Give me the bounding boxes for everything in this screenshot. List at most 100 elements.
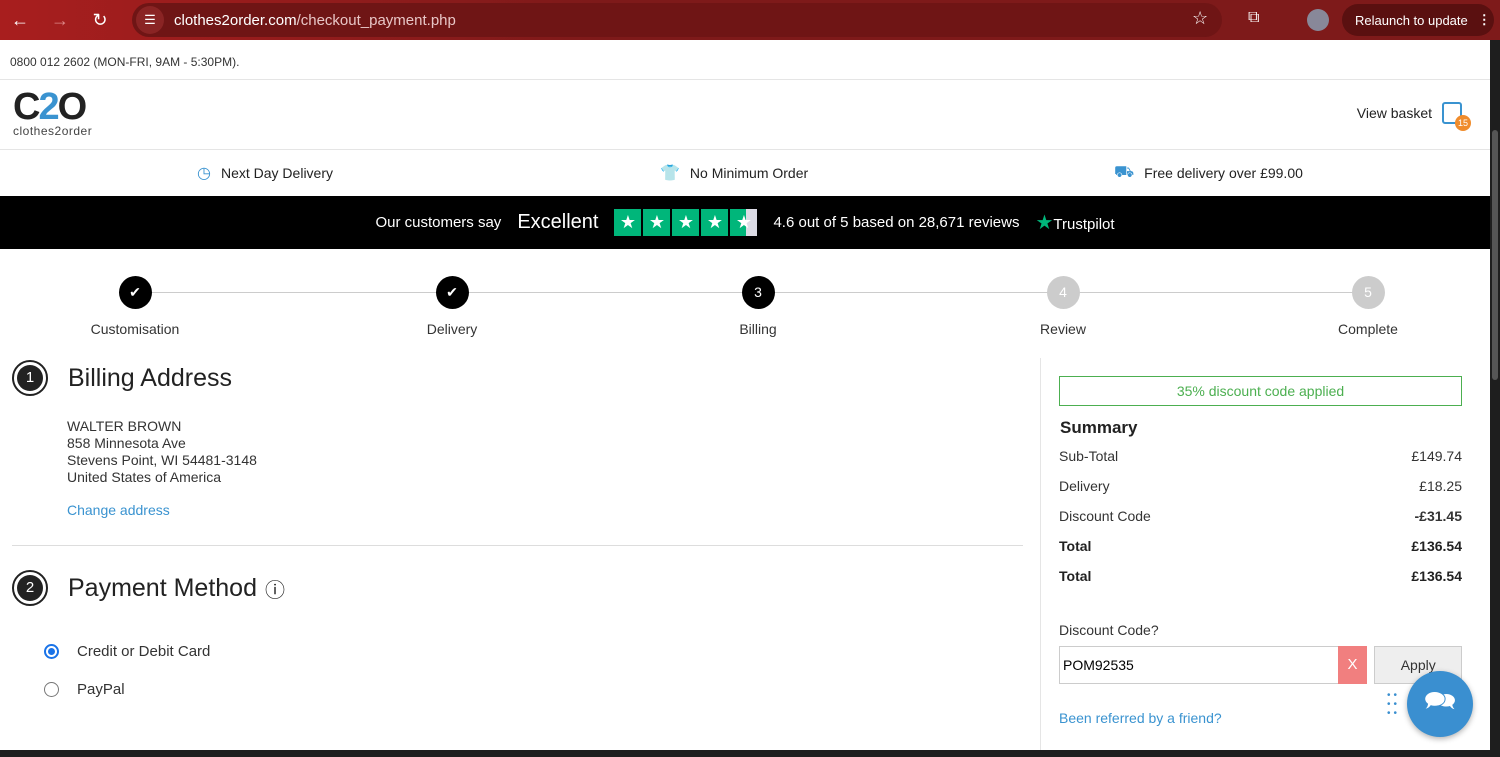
billing-heading: 1 Billing Address [12, 360, 1023, 396]
divider [12, 545, 1023, 546]
radio-unselected[interactable] [44, 681, 59, 697]
radio-selected[interactable] [44, 643, 59, 659]
address-bar[interactable]: ☰ clothes2order.com/checkout_payment.php [132, 3, 1222, 37]
star-icon: ★ [672, 209, 700, 236]
check-icon: ✔ [435, 276, 469, 309]
row-value: £149.74 [1411, 448, 1462, 464]
option-label: PayPal [77, 680, 125, 698]
drag-handle-icon[interactable]: •• •• •• [1387, 691, 1400, 719]
referred-friend-link[interactable]: Been referred by a friend? [1059, 710, 1222, 726]
star-icon: ★ [643, 209, 671, 236]
menu-icon[interactable]: ⋮ [1478, 12, 1491, 28]
tp-say: Our customers say [375, 214, 502, 231]
basket-icon: 15 [1442, 102, 1471, 131]
step-number: 4 [1046, 276, 1080, 309]
view-basket-link[interactable]: View basket 15 [1356, 102, 1471, 131]
bookmark-star-icon[interactable]: ☆ [1192, 8, 1208, 29]
relaunch-button[interactable]: Relaunch to update ⋮ [1342, 4, 1494, 36]
address-line: Stevens Point, WI 54481-3148 [67, 452, 257, 468]
discount-code-input[interactable] [1059, 646, 1338, 684]
site-header: C2O clothes2order View basket 15 [0, 80, 1490, 150]
chat-icon: 🗪 [1423, 685, 1457, 715]
step-label: Review [1040, 321, 1086, 337]
summary-row: Total £136.54 [1059, 568, 1462, 598]
step-complete: 5 Complete [1288, 276, 1448, 337]
feature-free-delivery: Free delivery over £99.00 [1144, 165, 1303, 181]
summary-row: Total £136.54 [1059, 538, 1462, 568]
row-label: Total [1059, 568, 1092, 584]
step-number: 5 [1351, 276, 1385, 309]
clear-discount-button[interactable]: X [1337, 646, 1368, 684]
tp-rating-word: Excellent [517, 211, 599, 233]
step-review: 4 Review [983, 276, 1143, 337]
row-label: Discount Code [1059, 508, 1151, 524]
extensions-icon[interactable]: ⧉ [1248, 9, 1259, 27]
payment-option-paypal[interactable]: PayPal [44, 670, 1023, 708]
feature-no-minimum: No Minimum Order [689, 165, 809, 181]
payment-heading: 2 Payment Method ⓘ [12, 570, 1023, 606]
step-label: Billing [739, 321, 777, 337]
step-billing: 3 Billing [678, 276, 838, 337]
info-icon[interactable]: ⓘ [265, 574, 285, 603]
trustpilot-star-icon: ★ [1035, 212, 1054, 234]
scrollbar[interactable] [1490, 40, 1500, 757]
checkout-main: 1 Billing Address WALTER BROWN 858 Minnes… [12, 360, 1023, 708]
billing-title: Billing Address [68, 363, 232, 392]
feature-next-day: Next Day Delivery [220, 165, 333, 181]
check-icon: ✔ [118, 276, 152, 309]
tp-stars: ★ ★ ★ ★ ★ [614, 209, 758, 236]
browser-toolbar: ← → ↻ ☰ clothes2order.com/checkout_payme… [0, 0, 1500, 40]
payment-option-card[interactable]: Credit or Debit Card [44, 632, 1023, 670]
row-label: Total [1059, 538, 1092, 554]
profile-avatar[interactable] [1307, 9, 1329, 31]
star-icon: ★ [701, 209, 729, 236]
step-delivery: ✔ Delivery [372, 276, 532, 337]
relaunch-label: Relaunch to update [1355, 12, 1468, 28]
basket-label: View basket [1356, 105, 1432, 121]
summary-row: Delivery £18.25 [1059, 478, 1462, 508]
step-label: Customisation [90, 321, 180, 337]
trustpilot-bar[interactable]: Our customers say Excellent ★ ★ ★ ★ ★ 4.6 ou… [0, 196, 1490, 249]
features-bar: ◷ Next Day Delivery 👕 No Minimum Order ⛟ Fr… [0, 150, 1490, 196]
logo[interactable]: C2O clothes2order [13, 88, 93, 138]
address-line: WALTER BROWN [67, 418, 182, 434]
chat-button[interactable]: 🗪 [1407, 671, 1473, 737]
step-customisation: ✔ Customisation [55, 276, 215, 337]
address-line: 858 Minnesota Ave [67, 435, 186, 451]
star-partial-icon: ★ [730, 209, 758, 236]
summary-title: Summary [1060, 418, 1138, 437]
step-number: 3 [741, 276, 775, 309]
discount-applied-notice: 35% discount code applied [1059, 376, 1462, 406]
tp-brand: Trustpilot [1053, 216, 1115, 233]
section-number: 2 [17, 575, 43, 601]
bottom-bar [0, 750, 1490, 757]
row-value: £18.25 [1419, 478, 1462, 494]
option-label: Credit or Debit Card [77, 642, 211, 660]
change-address-link[interactable]: Change address [67, 502, 170, 518]
forward-icon[interactable]: → [40, 10, 80, 31]
reload-icon[interactable]: ↻ [80, 10, 120, 31]
checkout-steps: ✔ Customisation ✔ Delivery 3 Billing 4 Revie… [0, 249, 1490, 359]
row-label: Sub-Total [1059, 448, 1119, 464]
step-label: Complete [1338, 321, 1398, 337]
tp-summary: 4.6 out of 5 based on 28,671 reviews [773, 214, 1020, 231]
address-line: United States of America [67, 469, 222, 485]
phone-text: 0800 012 2602 (MON-FRI, 9AM - 5:30PM). [0, 40, 1490, 80]
trustpilot-logo: ★Trustpilot [1035, 210, 1114, 235]
discount-label: Discount Code? [1059, 622, 1159, 638]
payment-title: Payment Method [68, 573, 257, 602]
section-number: 1 [17, 365, 43, 391]
row-value: £136.54 [1411, 568, 1462, 584]
step-label: Delivery [426, 321, 478, 337]
back-icon[interactable]: ← [0, 10, 40, 31]
site-info-icon[interactable]: ☰ [136, 6, 164, 34]
summary-row: Sub-Total £149.74 [1059, 448, 1462, 478]
basket-count: 15 [1455, 115, 1471, 131]
truck-icon: ⛟ [1114, 164, 1135, 181]
row-value: £136.54 [1411, 538, 1462, 554]
logo-text: clothes2order [13, 124, 93, 138]
summary-row: Discount Code -£31.45 [1059, 508, 1462, 538]
billing-address: WALTER BROWN 858 Minnesota Ave Stevens P… [67, 418, 1023, 519]
tshirt-icon: 👕 [660, 165, 680, 182]
star-icon: ★ [614, 209, 642, 236]
